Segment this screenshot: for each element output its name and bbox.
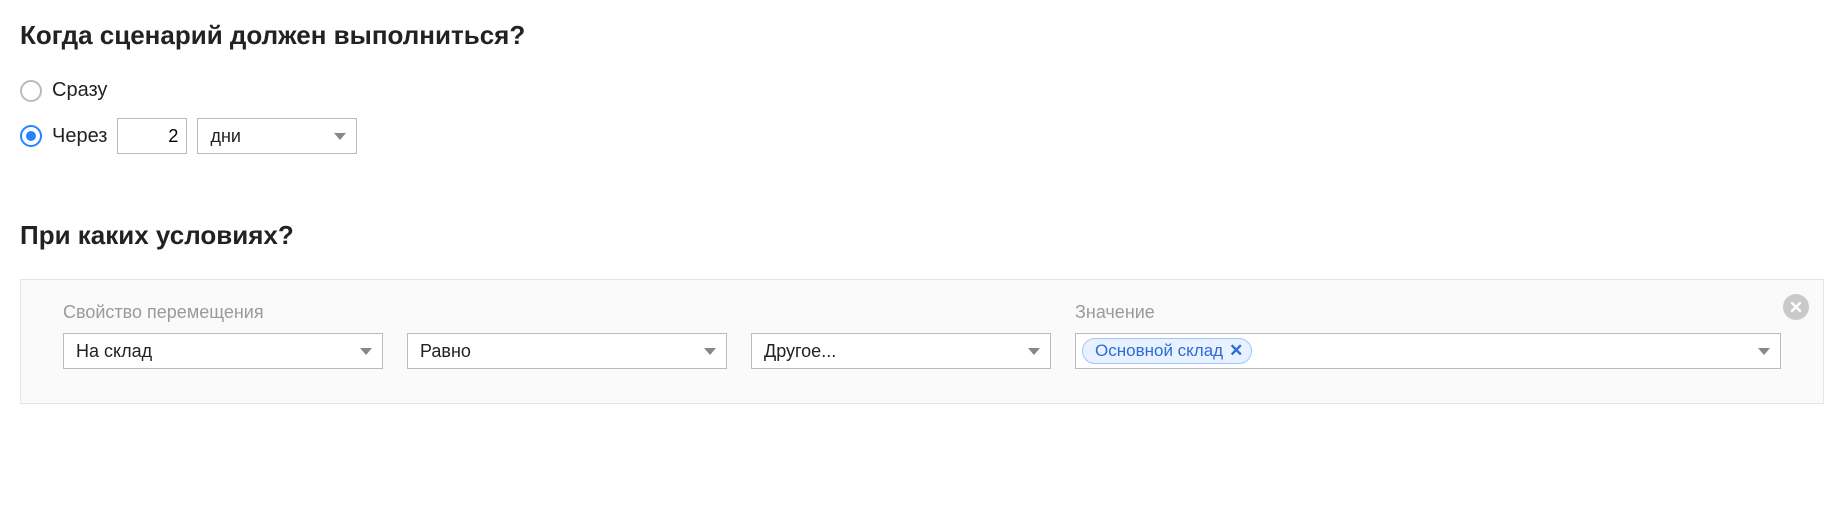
value-column: Значение Основной склад ✕ (1075, 302, 1781, 369)
operator-select-value: Равно (420, 341, 471, 362)
caret-down-icon (334, 133, 346, 140)
property-select-value: На склад (76, 341, 152, 362)
remove-condition-button[interactable] (1783, 294, 1809, 320)
caret-down-icon (1028, 348, 1040, 355)
value-tag-remove[interactable]: ✕ (1229, 341, 1243, 361)
extra-column: Другое... (751, 302, 1051, 369)
value-select[interactable]: Основной склад ✕ (1075, 333, 1781, 369)
radio-immediately[interactable] (20, 80, 42, 102)
option-immediately-row[interactable]: Сразу (20, 79, 1824, 102)
value-label: Значение (1075, 302, 1781, 323)
operator-select[interactable]: Равно (407, 333, 727, 369)
conditions-panel: Свойство перемещения На склад Равно Друг… (20, 279, 1824, 404)
delay-unit-value: дни (210, 126, 241, 147)
caret-down-icon (704, 348, 716, 355)
caret-down-icon (1758, 348, 1770, 355)
delay-unit-select[interactable]: дни (197, 118, 357, 154)
radio-after-label: Через (52, 125, 107, 148)
value-tag: Основной склад ✕ (1082, 338, 1252, 364)
extra-select-value: Другое... (764, 341, 836, 362)
extra-select[interactable]: Другое... (751, 333, 1051, 369)
radio-after[interactable] (20, 125, 42, 147)
delay-value-input[interactable] (117, 118, 187, 154)
property-column: Свойство перемещения На склад (63, 302, 383, 369)
property-label: Свойство перемещения (63, 302, 383, 323)
radio-immediately-label: Сразу (52, 79, 107, 102)
value-tag-text: Основной склад (1095, 341, 1223, 361)
option-after-row[interactable]: Через дни (20, 118, 1824, 154)
operator-column: Равно (407, 302, 727, 369)
when-heading: Когда сценарий должен выполниться? (20, 20, 1824, 51)
caret-down-icon (360, 348, 372, 355)
conditions-heading: При каких условиях? (20, 220, 1824, 251)
close-icon (1790, 301, 1802, 313)
property-select[interactable]: На склад (63, 333, 383, 369)
